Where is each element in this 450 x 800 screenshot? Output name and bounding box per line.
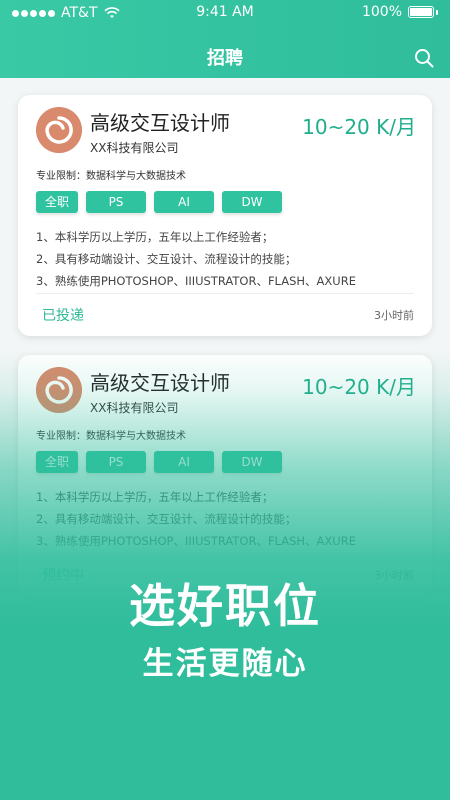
battery-icon <box>408 6 434 18</box>
divider <box>36 553 414 554</box>
post-time: 3小时前 <box>374 309 414 322</box>
tag[interactable]: 全职 <box>36 191 78 213</box>
tag[interactable]: PS <box>86 191 146 213</box>
tag[interactable]: AI <box>154 191 214 213</box>
requirement-item: 2、具有移动端设计、交互设计、流程设计的技能； <box>36 252 297 266</box>
app-header: AT&T 9:41 AM 100% 招聘 <box>0 0 450 78</box>
company-name: XX科技有限公司 <box>90 401 179 415</box>
slogan-subline: 生活更随心 <box>142 646 308 682</box>
requirement-item: 3、熟练使用PHOTOSHOP、IIIUSTRATOR、FLASH、AXURE <box>36 534 356 548</box>
requirement-item: 3、熟练使用PHOTOSHOP、IIIUSTRATOR、FLASH、AXURE <box>36 274 356 288</box>
field-restriction: 专业限制：数据科学与大数据技术 <box>36 171 186 182</box>
status-bar: AT&T 9:41 AM 100% <box>0 0 450 26</box>
company-name: XX科技有限公司 <box>90 141 179 155</box>
requirement-item: 2、具有移动端设计、交互设计、流程设计的技能； <box>36 512 297 526</box>
requirement-item: 1、本科学历以上学历，五年以上工作经验者； <box>36 230 274 244</box>
job-card[interactable]: 高级交互设计师 XX科技有限公司 10~20 K/月 专业限制：数据科学与大数据… <box>18 355 432 596</box>
slogan-headline: 选好职位 <box>129 579 321 633</box>
job-title: 高级交互设计师 <box>90 371 230 395</box>
tag[interactable]: AI <box>154 451 214 473</box>
status-right: 100% <box>362 4 438 20</box>
requirements-list: 1、本科学历以上学历，五年以上工作经验者； 2、具有移动端设计、交互设计、流程设… <box>36 226 356 292</box>
divider <box>36 293 414 294</box>
tag[interactable]: DW <box>222 191 282 213</box>
page-title: 招聘 <box>207 48 243 69</box>
tag-list: 全职 PS AI DW <box>36 191 282 213</box>
tag[interactable]: 全职 <box>36 451 78 473</box>
salary: 10~20 K/月 <box>302 375 416 399</box>
tag[interactable]: DW <box>222 451 282 473</box>
job-title: 高级交互设计师 <box>90 111 230 135</box>
search-icon[interactable] <box>413 47 435 69</box>
application-status[interactable]: 已投递 <box>42 305 84 325</box>
tag-list: 全职 PS AI DW <box>36 451 282 473</box>
company-logo-icon <box>36 367 82 413</box>
requirement-item: 1、本科学历以上学历，五年以上工作经验者； <box>36 490 274 504</box>
battery-cap <box>436 9 438 15</box>
field-restriction: 专业限制：数据科学与大数据技术 <box>36 431 186 442</box>
tag[interactable]: PS <box>86 451 146 473</box>
job-card[interactable]: 高级交互设计师 XX科技有限公司 10~20 K/月 专业限制：数据科学与大数据… <box>18 95 432 336</box>
requirements-list: 1、本科学历以上学历，五年以上工作经验者； 2、具有移动端设计、交互设计、流程设… <box>36 486 356 552</box>
battery-percent: 100% <box>361 4 402 20</box>
salary: 10~20 K/月 <box>302 115 416 139</box>
company-logo-icon <box>36 107 82 153</box>
